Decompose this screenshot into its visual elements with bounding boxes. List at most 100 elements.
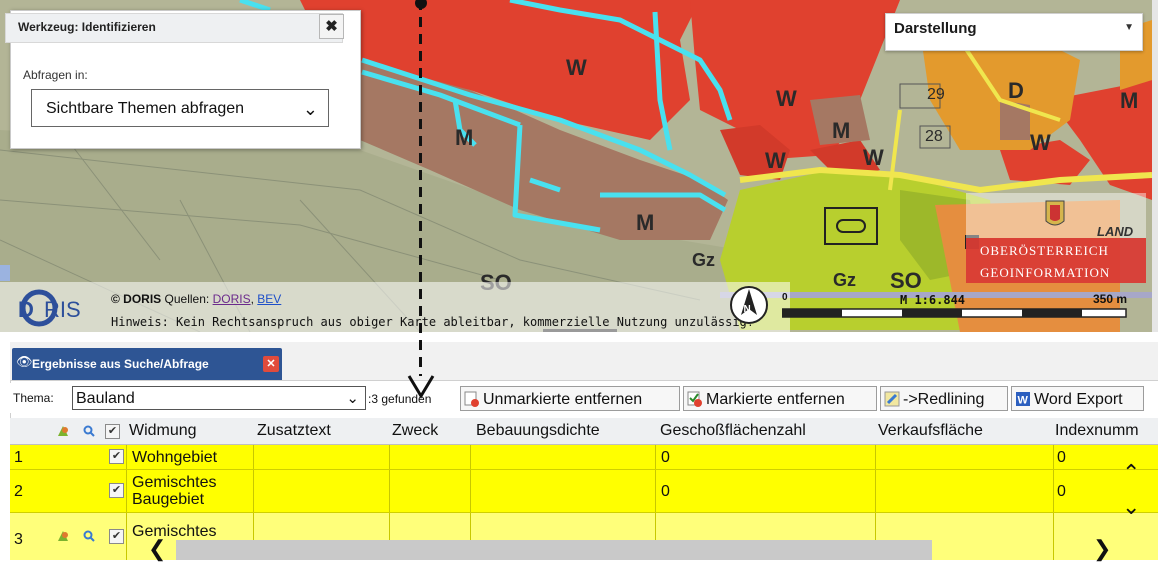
source-separator: , [250,292,254,306]
attribution-sources: © DORIS Quellen: DORIS, BEV [111,292,281,306]
chevron-down-icon: ⌄ [302,99,318,119]
panel-toggle-handle[interactable] [0,265,10,281]
table-row[interactable]: 2 ✔ Gemischtes Baugebiet 0 0 [10,470,1158,513]
cell-gfz: 0 [661,449,670,466]
remove-marked-label: Markierte entfernen [706,391,845,408]
row-number: 2 [14,483,23,500]
query-scope-label: Abfragen in: [23,68,88,82]
cell-widmung: Gemischtes [132,523,217,540]
zoom-icon [83,425,95,437]
sources-label: Quellen: [164,292,210,306]
row-number: 1 [14,449,23,466]
map-label: W [765,148,786,173]
tool-panel-title: Werkzeug: Identifizieren [18,20,156,34]
chevron-down-icon: ⌄ [346,390,359,407]
remove-marked-icon [687,391,702,407]
word-export-label: Word Export [1034,391,1123,408]
map-label: M [1120,88,1139,113]
tab-results-label: Ergebnisse aus Suche/Abfrage [32,357,209,371]
north-arrow-icon: N [730,286,768,324]
table-header-row: ✔ Widmung Zusatztext Zweck Bebauungsdich… [10,418,1158,445]
map-label: Gz [833,270,857,290]
select-all-checkbox[interactable]: ✔ [105,424,120,439]
scroll-up-icon[interactable]: ⌃ [1122,460,1140,486]
map-splitter-handle[interactable] [543,329,617,332]
table-horizontal-scrollbar[interactable] [176,540,932,560]
caret-down-icon: ▼ [1124,22,1134,33]
remove-unmarked-button[interactable]: Unmarkierte entfernen [460,386,680,411]
scroll-left-icon[interactable]: ❮ [148,536,166,562]
tab-close-icon[interactable]: ✕ [263,356,279,372]
source-link-bev[interactable]: BEV [257,292,281,306]
redlining-label: ->Redlining [903,391,985,408]
word-export-button[interactable]: W Word Export [1011,386,1144,411]
annotation-arrowhead-icon [407,375,435,399]
binoculars-icon: 👁 [16,354,33,369]
svg-text:W: W [1018,395,1029,407]
darstellung-dropdown[interactable]: Darstellung ▼ [885,13,1143,51]
redlining-button[interactable]: ->Redlining [880,386,1008,411]
source-link-doris[interactable]: DORIS [213,292,251,306]
annotation-start-dot [415,0,427,9]
map-label: W [776,86,797,111]
thema-value: Bauland [76,390,135,407]
map-label: W [1030,130,1051,155]
column-header-zweck[interactable]: Zweck [392,422,438,440]
map-label: D [1008,78,1024,103]
row-number: 3 [14,531,23,548]
row-checkbox[interactable]: ✔ [109,483,124,498]
cell-widmung: Gemischtes [132,474,217,491]
cell-gfz: 0 [661,483,670,500]
provider-line2: GEOINFORMATION [980,265,1111,280]
column-header-indexnummer[interactable]: Indexnumm [1055,422,1139,440]
word-icon: W [1016,392,1030,407]
scroll-right-icon[interactable]: ❯ [1093,536,1111,562]
doris-logo: D RIS [18,289,81,327]
table-row[interactable]: 1 ✔ Wohngebiet 0 0 [10,445,1158,470]
scroll-down-icon[interactable]: ⌄ [1122,494,1140,520]
copyright-text: © DORIS [111,292,162,306]
svg-text:D: D [18,297,34,322]
pencil-icon [884,391,900,407]
svg-text:RIS: RIS [44,297,81,322]
thema-label: Thema: [13,391,54,405]
map-label: W [566,55,587,80]
map-label: 28 [925,128,943,145]
column-header-zusatztext[interactable]: Zusatztext [257,422,331,440]
map-marker-icon [58,426,68,436]
cell-widmung-line2: Baugebiet [132,491,205,508]
map-label: M [455,125,474,150]
cell-indexnummer: 0 [1057,483,1066,500]
map-label: 29 [927,86,945,103]
scale-zero: 0 [782,292,788,303]
query-scope-value: Sichtbare Themen abfragen [46,100,245,117]
remove-unmarked-icon [464,391,479,407]
provider-land: LAND [1097,224,1134,239]
map-marker-icon[interactable] [57,530,69,542]
map-label: M [636,210,655,235]
map-label: M [832,118,851,143]
legal-note: Hinweis: Kein Rechtsanspruch aus obiger … [111,315,754,329]
row-checkbox[interactable]: ✔ [109,449,124,464]
column-header-bebauungsdichte[interactable]: Bebauungsdichte [476,422,600,440]
column-header-verkaufsflaeche[interactable]: Verkaufsfläche [878,422,983,440]
query-scope-select[interactable]: Sichtbare Themen abfragen ⌄ [31,89,329,127]
map-edge-scrollbar[interactable] [1152,0,1158,332]
map-label: SO [890,268,922,293]
row-checkbox[interactable]: ✔ [109,529,124,544]
column-header-widmung[interactable]: Widmung [129,422,197,440]
provider-line1: OBERÖSTERREICH [980,243,1109,258]
remove-unmarked-label: Unmarkierte entfernen [483,391,643,408]
annotation-dashed-line [419,0,422,376]
zoom-icon[interactable] [83,530,95,542]
cell-indexnummer: 0 [1057,449,1066,466]
tool-panel-close-button[interactable]: ✖ [319,14,344,39]
map-label: W [863,145,884,170]
thema-select[interactable]: Bauland ⌄ [72,386,366,410]
column-header-geschossflaechenzahl[interactable]: Geschoßflächenzahl [660,422,806,440]
map-label: Gz [692,250,716,270]
cell-widmung: Wohngebiet [132,449,218,466]
remove-marked-button[interactable]: Markierte entfernen [683,386,877,411]
svg-text:N: N [744,304,751,315]
results-table: ✔ Widmung Zusatztext Zweck Bebauungsdich… [10,418,1158,560]
